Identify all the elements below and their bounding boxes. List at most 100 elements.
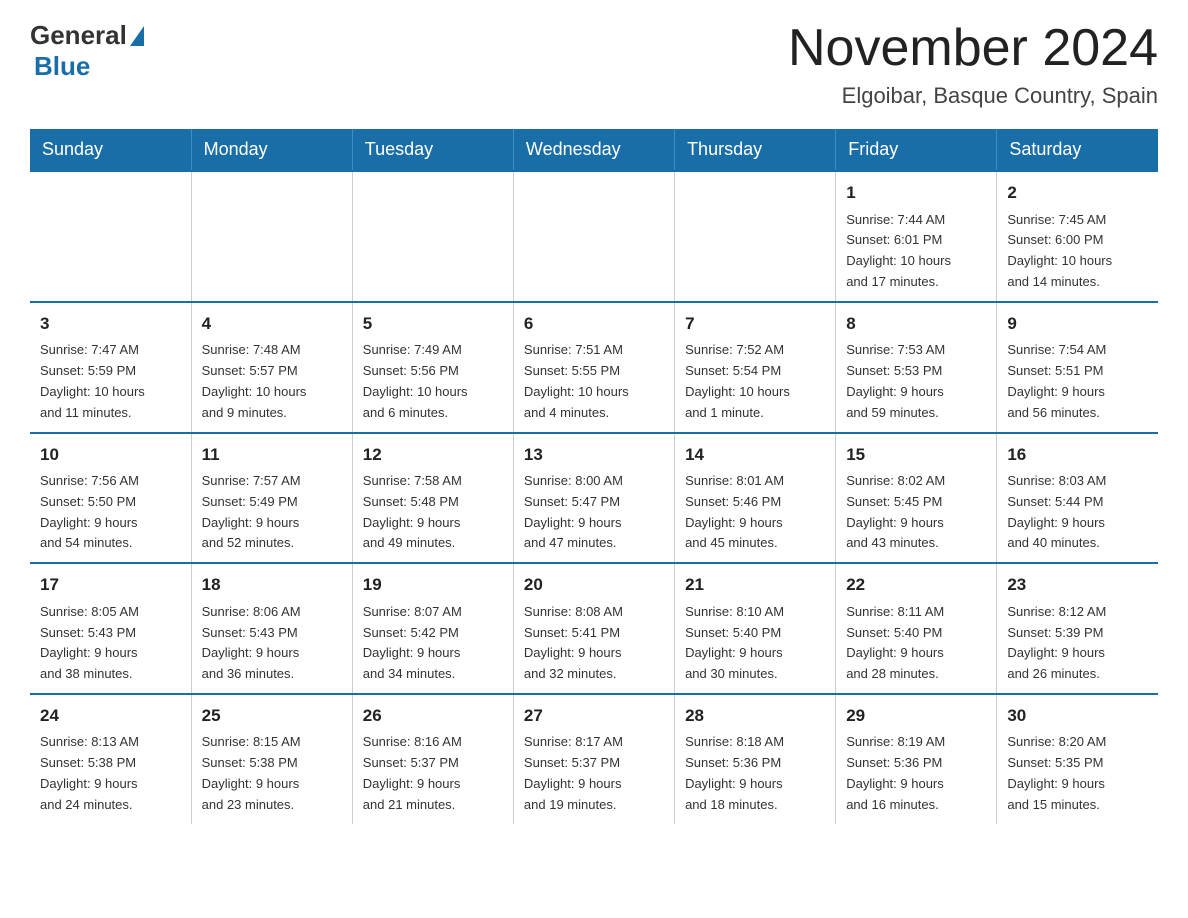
calendar-cell: 28 Sunrise: 8:18 AMSunset: 5:36 PMDayligh… [675,694,836,824]
weekday-header-friday: Friday [836,129,997,171]
day-info: Sunrise: 7:44 AMSunset: 6:01 PMDaylight:… [846,210,986,293]
day-number: 12 [363,442,503,468]
day-number: 19 [363,572,503,598]
month-title: November 2024 [788,20,1158,77]
day-number: 3 [40,311,181,337]
calendar-cell: 30 Sunrise: 8:20 AMSunset: 5:35 PMDayligh… [997,694,1158,824]
day-info: Sunrise: 7:47 AMSunset: 5:59 PMDaylight:… [40,340,181,423]
day-info: Sunrise: 7:51 AMSunset: 5:55 PMDaylight:… [524,340,664,423]
day-number: 9 [1007,311,1148,337]
weekday-header-tuesday: Tuesday [352,129,513,171]
calendar-cell: 14Sunrise: 8:01 AMSunset: 5:46 PMDayligh… [675,433,836,564]
day-number: 20 [524,572,664,598]
calendar-cell: 24Sunrise: 8:13 AMSunset: 5:38 PMDayligh… [30,694,191,824]
weekday-header-saturday: Saturday [997,129,1158,171]
calendar-cell: 1 Sunrise: 7:44 AMSunset: 6:01 PMDaylight… [836,171,997,302]
day-number: 18 [202,572,342,598]
calendar-cell: 17 Sunrise: 8:05 AMSunset: 5:43 PMDayligh… [30,563,191,694]
day-info: Sunrise: 7:48 AMSunset: 5:57 PMDaylight:… [202,340,342,423]
calendar-cell: 13Sunrise: 8:00 AMSunset: 5:47 PMDayligh… [513,433,674,564]
calendar-cell: 6 Sunrise: 7:51 AMSunset: 5:55 PMDaylight… [513,302,674,433]
calendar-cell [191,171,352,302]
calendar-cell: 16 Sunrise: 8:03 AMSunset: 5:44 PMDayligh… [997,433,1158,564]
day-info: Sunrise: 7:53 AMSunset: 5:53 PMDaylight:… [846,340,986,423]
calendar-cell: 21Sunrise: 8:10 AMSunset: 5:40 PMDayligh… [675,563,836,694]
day-info: Sunrise: 8:16 AMSunset: 5:37 PMDaylight:… [363,732,503,815]
day-info: Sunrise: 7:58 AMSunset: 5:48 PMDaylight:… [363,471,503,554]
weekday-header-wednesday: Wednesday [513,129,674,171]
calendar-cell: 29Sunrise: 8:19 AMSunset: 5:36 PMDayligh… [836,694,997,824]
weekday-header-sunday: Sunday [30,129,191,171]
day-number: 27 [524,703,664,729]
calendar-cell: 25Sunrise: 8:15 AMSunset: 5:38 PMDayligh… [191,694,352,824]
day-number: 30 [1007,703,1148,729]
day-info: Sunrise: 8:06 AMSunset: 5:43 PMDaylight:… [202,602,342,685]
day-number: 28 [685,703,825,729]
calendar-cell: 19 Sunrise: 8:07 AMSunset: 5:42 PMDayligh… [352,563,513,694]
day-info: Sunrise: 7:54 AMSunset: 5:51 PMDaylight:… [1007,340,1148,423]
day-info: Sunrise: 8:05 AMSunset: 5:43 PMDaylight:… [40,602,181,685]
day-number: 16 [1007,442,1148,468]
day-info: Sunrise: 7:49 AMSunset: 5:56 PMDaylight:… [363,340,503,423]
day-number: 11 [202,442,342,468]
day-info: Sunrise: 8:20 AMSunset: 5:35 PMDaylight:… [1007,732,1148,815]
calendar-cell: 9 Sunrise: 7:54 AMSunset: 5:51 PMDaylight… [997,302,1158,433]
day-info: Sunrise: 8:02 AMSunset: 5:45 PMDaylight:… [846,471,986,554]
weekday-header-monday: Monday [191,129,352,171]
calendar-cell [513,171,674,302]
calendar-cell: 2 Sunrise: 7:45 AMSunset: 6:00 PMDaylight… [997,171,1158,302]
calendar-cell [352,171,513,302]
day-number: 1 [846,180,986,206]
day-info: Sunrise: 8:08 AMSunset: 5:41 PMDaylight:… [524,602,664,685]
logo-general-text: General [30,20,127,51]
logo: General Blue [30,20,145,82]
logo-triangle-icon [130,26,144,46]
day-info: Sunrise: 7:45 AMSunset: 6:00 PMDaylight:… [1007,210,1148,293]
weekday-header-thursday: Thursday [675,129,836,171]
calendar-cell: 12 Sunrise: 7:58 AMSunset: 5:48 PMDayligh… [352,433,513,564]
calendar-cell: 4 Sunrise: 7:48 AMSunset: 5:57 PMDaylight… [191,302,352,433]
calendar-cell: 5Sunrise: 7:49 AMSunset: 5:56 PMDaylight… [352,302,513,433]
day-number: 26 [363,703,503,729]
calendar-cell: 23 Sunrise: 8:12 AMSunset: 5:39 PMDayligh… [997,563,1158,694]
day-number: 8 [846,311,986,337]
day-info: Sunrise: 8:03 AMSunset: 5:44 PMDaylight:… [1007,471,1148,554]
calendar-cell [30,171,191,302]
day-info: Sunrise: 7:52 AMSunset: 5:54 PMDaylight:… [685,340,825,423]
day-number: 15 [846,442,986,468]
day-info: Sunrise: 8:18 AMSunset: 5:36 PMDaylight:… [685,732,825,815]
calendar-cell: 8 Sunrise: 7:53 AMSunset: 5:53 PMDaylight… [836,302,997,433]
calendar-cell: 26 Sunrise: 8:16 AMSunset: 5:37 PMDayligh… [352,694,513,824]
day-number: 6 [524,311,664,337]
calendar-cell: 7 Sunrise: 7:52 AMSunset: 5:54 PMDaylight… [675,302,836,433]
calendar-cell: 22 Sunrise: 8:11 AMSunset: 5:40 PMDayligh… [836,563,997,694]
weekday-header-row: SundayMondayTuesdayWednesdayThursdayFrid… [30,129,1158,171]
day-info: Sunrise: 8:17 AMSunset: 5:37 PMDaylight:… [524,732,664,815]
day-number: 24 [40,703,181,729]
location-title: Elgoibar, Basque Country, Spain [788,83,1158,109]
day-number: 7 [685,311,825,337]
calendar-cell: 10 Sunrise: 7:56 AMSunset: 5:50 PMDayligh… [30,433,191,564]
day-number: 22 [846,572,986,598]
calendar-cell: 3 Sunrise: 7:47 AMSunset: 5:59 PMDaylight… [30,302,191,433]
day-number: 25 [202,703,342,729]
day-info: Sunrise: 8:11 AMSunset: 5:40 PMDaylight:… [846,602,986,685]
day-number: 4 [202,311,342,337]
day-info: Sunrise: 8:10 AMSunset: 5:40 PMDaylight:… [685,602,825,685]
day-info: Sunrise: 8:00 AMSunset: 5:47 PMDaylight:… [524,471,664,554]
day-info: Sunrise: 7:57 AMSunset: 5:49 PMDaylight:… [202,471,342,554]
calendar-week-row: 3 Sunrise: 7:47 AMSunset: 5:59 PMDaylight… [30,302,1158,433]
day-info: Sunrise: 8:12 AMSunset: 5:39 PMDaylight:… [1007,602,1148,685]
day-info: Sunrise: 7:56 AMSunset: 5:50 PMDaylight:… [40,471,181,554]
day-number: 10 [40,442,181,468]
day-number: 2 [1007,180,1148,206]
day-number: 17 [40,572,181,598]
day-info: Sunrise: 8:07 AMSunset: 5:42 PMDaylight:… [363,602,503,685]
calendar-cell: 27 Sunrise: 8:17 AMSunset: 5:37 PMDayligh… [513,694,674,824]
logo-blue-text: Blue [34,51,90,81]
calendar-cell: 18 Sunrise: 8:06 AMSunset: 5:43 PMDayligh… [191,563,352,694]
calendar-table: SundayMondayTuesdayWednesdayThursdayFrid… [30,129,1158,823]
calendar-week-row: 1 Sunrise: 7:44 AMSunset: 6:01 PMDaylight… [30,171,1158,302]
calendar-cell: 15 Sunrise: 8:02 AMSunset: 5:45 PMDayligh… [836,433,997,564]
day-number: 23 [1007,572,1148,598]
